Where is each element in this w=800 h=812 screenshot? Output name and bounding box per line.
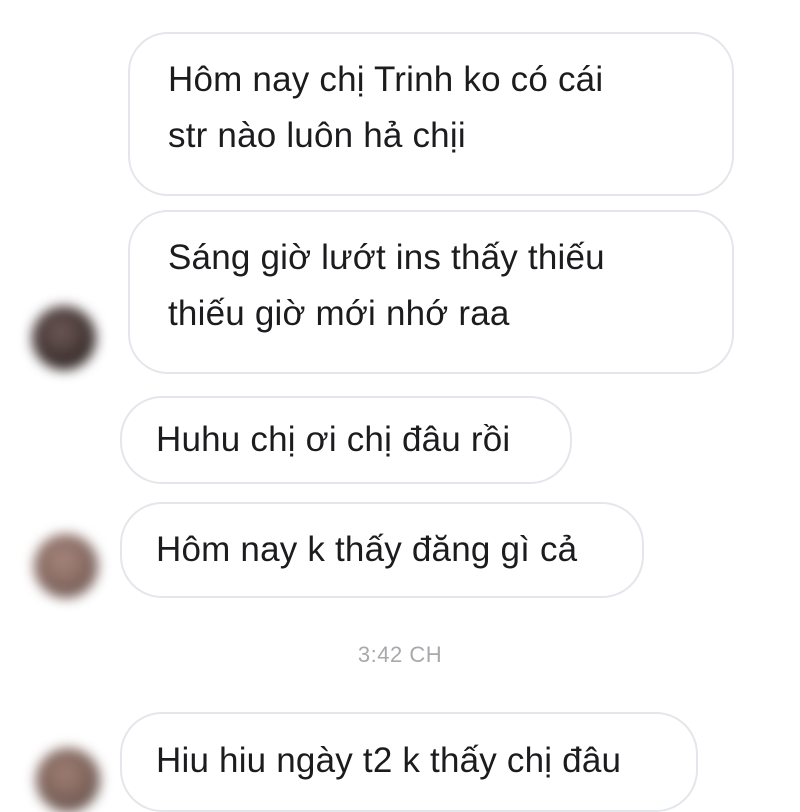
message-bubble[interactable]: Sáng giờ lướt ins thấy thiếu thiếu giờ m… — [128, 210, 734, 374]
message-text-line: Hôm nay chị Trinh ko có cái — [168, 60, 604, 99]
message-text: Hiu hiu ngày t2 k thấy chị đâu — [156, 741, 622, 780]
sender-avatar[interactable] — [36, 748, 100, 812]
message-text: Hôm nay k thấy đăng gì cả — [156, 530, 578, 569]
message-text: Huhu chị ơi chị đâu rồi — [156, 420, 511, 459]
message-thread: Hôm nay chị Trinh ko có cái str nào luôn… — [0, 0, 800, 812]
message-text-line: str nào luôn hả chịi — [168, 116, 466, 155]
timestamp: 3:42 CH — [357, 642, 443, 667]
sender-avatar[interactable] — [32, 306, 96, 370]
message-bubble[interactable]: Hiu hiu ngày t2 k thấy chị đâu — [120, 712, 698, 812]
sender-avatar[interactable] — [34, 534, 98, 598]
message-text-line: thiếu giờ mới nhớ raa — [168, 294, 510, 333]
message-text-line: Sáng giờ lướt ins thấy thiếu — [168, 238, 605, 277]
message-bubble[interactable]: Huhu chị ơi chị đâu rồi — [120, 396, 572, 484]
message-bubble[interactable]: Hôm nay chị Trinh ko có cái str nào luôn… — [128, 32, 734, 196]
message-bubble[interactable]: Hôm nay k thấy đăng gì cả — [120, 502, 644, 598]
